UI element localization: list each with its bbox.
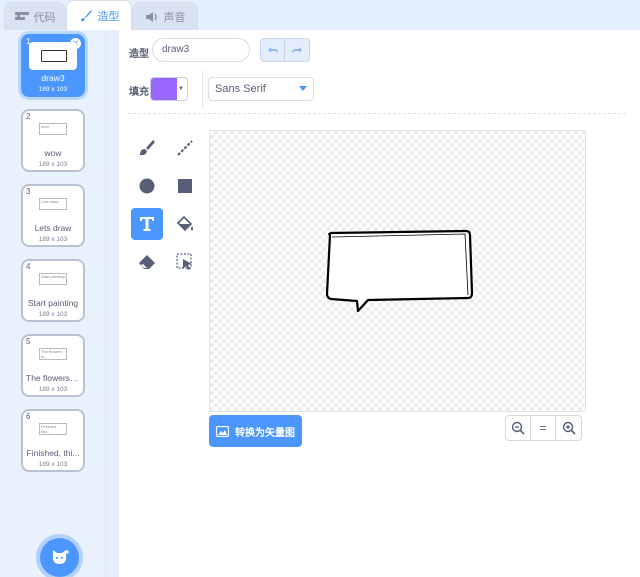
costume-name: Start painting: [27, 298, 79, 308]
select-icon: [176, 253, 192, 270]
eraser-icon: [139, 255, 155, 269]
tab-costumes[interactable]: 造型: [66, 0, 132, 30]
costume-name: wow: [44, 148, 62, 158]
line-tool[interactable]: [169, 132, 201, 164]
rectangle-icon: [178, 179, 192, 193]
text-tool[interactable]: [131, 208, 163, 240]
costume-thumbnail: Lets draw: [39, 198, 67, 210]
costume-size: 189 x 103: [38, 311, 68, 318]
redo-button[interactable]: [285, 38, 310, 62]
paint-canvas[interactable]: [209, 130, 586, 412]
costume-name-input[interactable]: draw3: [152, 38, 250, 62]
costume-list: 1 ✕ draw3 189 x 103 2 wow wow 189 x 103 …: [0, 30, 106, 577]
costume-number: 2: [26, 112, 31, 121]
costume-number: 3: [26, 187, 31, 196]
divider: [128, 113, 626, 114]
costume-item[interactable]: 4 Start painting Start painting 189 x 10…: [21, 259, 85, 322]
undo-redo-group: [260, 38, 310, 62]
code-icon: [14, 11, 29, 20]
brush-tool[interactable]: [131, 132, 163, 164]
costume-thumbnail: Start painting: [39, 273, 67, 285]
tab-sounds-label: 声音: [163, 11, 186, 24]
eraser-tool[interactable]: [131, 246, 163, 278]
chevron-down-icon: [299, 86, 307, 91]
costume-item[interactable]: 2 wow wow 189 x 103: [21, 109, 85, 172]
tab-bar: 代码 造型 声音: [0, 0, 640, 30]
font-dropdown[interactable]: Sans Serif: [208, 77, 314, 101]
line-icon: [177, 140, 193, 156]
costume-name: draw3: [41, 73, 65, 83]
add-costume-button[interactable]: [40, 538, 79, 577]
paint-bucket-icon: [176, 215, 193, 232]
zoom-in-button[interactable]: [556, 415, 582, 441]
text-icon: [140, 217, 154, 231]
costume-thumbnail: [29, 42, 77, 70]
costume-size: 189 x 103: [38, 386, 68, 393]
circle-icon: [139, 178, 155, 194]
costume-item[interactable]: 6 Finished, this... Finished, thi... 189…: [21, 409, 85, 472]
brush-icon: [80, 9, 92, 21]
zoom-in-icon: [562, 421, 576, 435]
costume-number: 4: [26, 262, 31, 271]
cat-plus-icon: [52, 549, 69, 564]
costume-item[interactable]: 5 The flowers is... The flowers i... 189…: [21, 334, 85, 397]
zoom-out-button[interactable]: [505, 415, 531, 441]
costume-size: 189 x 103: [38, 86, 68, 93]
rectangle-tool[interactable]: [169, 170, 201, 202]
costume-thumbnail: The flowers is...: [39, 348, 67, 360]
tab-costumes-label: 造型: [97, 10, 120, 23]
brush-icon: [140, 140, 155, 156]
convert-to-vector-button[interactable]: 转换为矢量图: [209, 415, 302, 447]
undo-icon: [267, 47, 278, 53]
select-tool[interactable]: [169, 246, 201, 278]
convert-to-vector-label: 转换为矢量图: [235, 427, 295, 439]
costume-number: 5: [26, 337, 31, 346]
costume-size: 189 x 103: [38, 161, 68, 168]
redo-icon: [292, 47, 302, 53]
costume-name-label: 造型: [129, 49, 149, 60]
speech-bubble-shape: [325, 229, 474, 313]
tab-sounds[interactable]: 声音: [132, 2, 198, 30]
costume-name: Lets draw: [34, 223, 72, 233]
fill-color-picker[interactable]: ▼: [150, 77, 188, 101]
speaker-icon: [145, 11, 157, 22]
zoom-out-icon: [511, 421, 525, 435]
divider: [202, 70, 203, 108]
costume-name: The flowers i...: [26, 373, 82, 383]
fill-label: 填充: [129, 87, 149, 98]
image-icon: [216, 425, 229, 437]
zoom-reset-button[interactable]: =: [530, 415, 557, 441]
costume-name: Finished, thi...: [26, 448, 80, 458]
costume-number: 6: [26, 412, 31, 421]
costume-thumbnail: Finished, this...: [39, 423, 67, 435]
zoom-controls: =: [505, 415, 582, 441]
fill-tool[interactable]: [169, 208, 201, 240]
undo-button[interactable]: [260, 38, 285, 62]
chevron-down-icon: ▼: [178, 86, 184, 92]
paint-editor: 造型 draw3 填充 ▼ Sans Serif 转换为矢量图 =: [119, 30, 640, 577]
font-dropdown-value: Sans Serif: [215, 83, 266, 95]
costume-item[interactable]: 3 Lets draw Lets draw 189 x 103: [21, 184, 85, 247]
costume-size: 189 x 103: [38, 461, 68, 468]
tab-code-label: 代码: [33, 11, 56, 24]
zoom-reset-label: =: [539, 421, 547, 435]
fill-color-swatch: [151, 78, 177, 100]
costume-thumbnail: wow: [39, 123, 67, 135]
costume-size: 189 x 103: [38, 236, 68, 243]
circle-tool[interactable]: [131, 170, 163, 202]
tab-code[interactable]: 代码: [4, 2, 66, 30]
costume-item[interactable]: 1 ✕ draw3 189 x 103: [21, 34, 85, 97]
